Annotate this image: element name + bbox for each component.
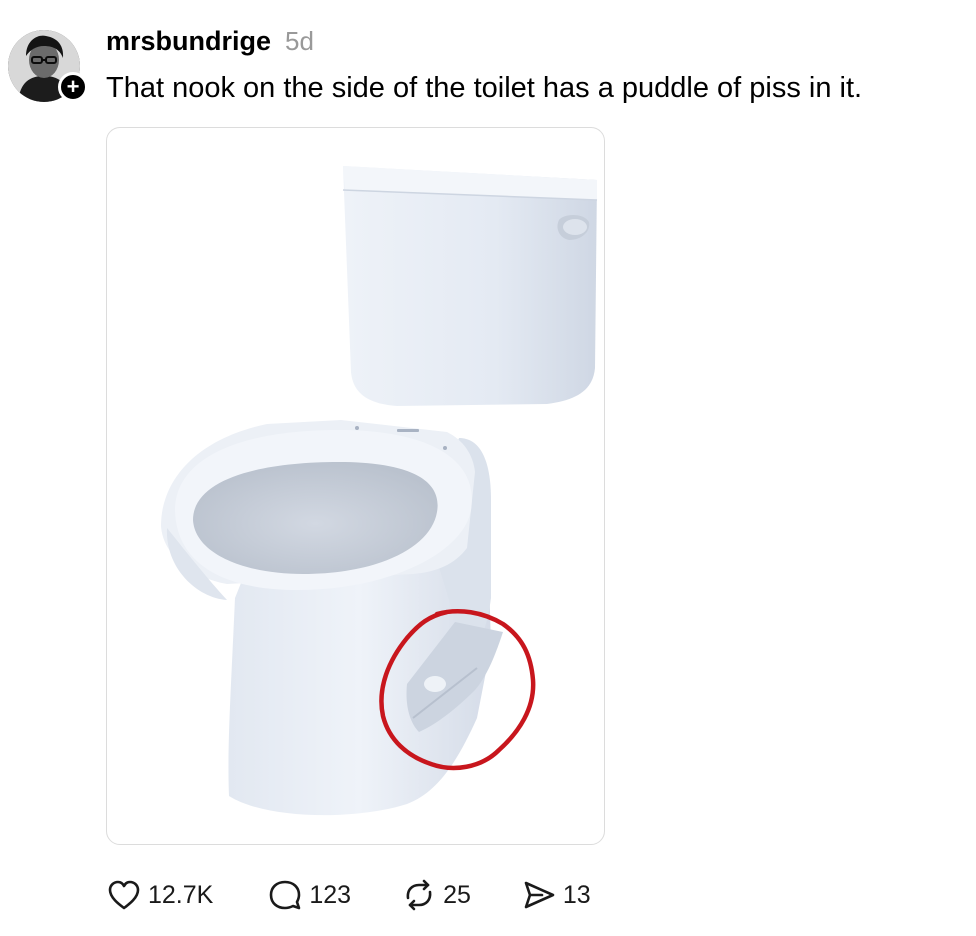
repost-count: 25 <box>443 880 471 909</box>
like-button[interactable]: 12.7K <box>106 877 213 913</box>
repost-arrows-icon <box>401 877 437 913</box>
share-button[interactable]: 13 <box>521 877 591 913</box>
paper-plane-icon <box>521 877 557 913</box>
speech-bubble-icon <box>267 877 303 913</box>
avatar-container[interactable]: + <box>8 30 88 104</box>
reply-button[interactable]: 123 <box>267 877 351 913</box>
reply-count: 123 <box>309 880 352 909</box>
post-image[interactable] <box>106 127 605 845</box>
heart-icon <box>106 877 142 913</box>
repost-button[interactable]: 25 <box>401 877 471 913</box>
like-count: 12.7K <box>148 880 214 909</box>
post-text: That nook on the side of the toilet has … <box>106 72 863 104</box>
follow-plus-button[interactable]: + <box>58 72 88 102</box>
post: + mrsbundrige 5d That nook on the side o… <box>0 0 976 936</box>
timestamp[interactable]: 5d <box>285 26 314 57</box>
username[interactable]: mrsbundrige <box>106 26 271 57</box>
toilet-illustration <box>161 166 598 816</box>
post-header: mrsbundrige 5d <box>106 26 314 60</box>
share-count: 13 <box>562 880 591 909</box>
action-bar: 12.7K 123 25 13 <box>106 872 591 918</box>
